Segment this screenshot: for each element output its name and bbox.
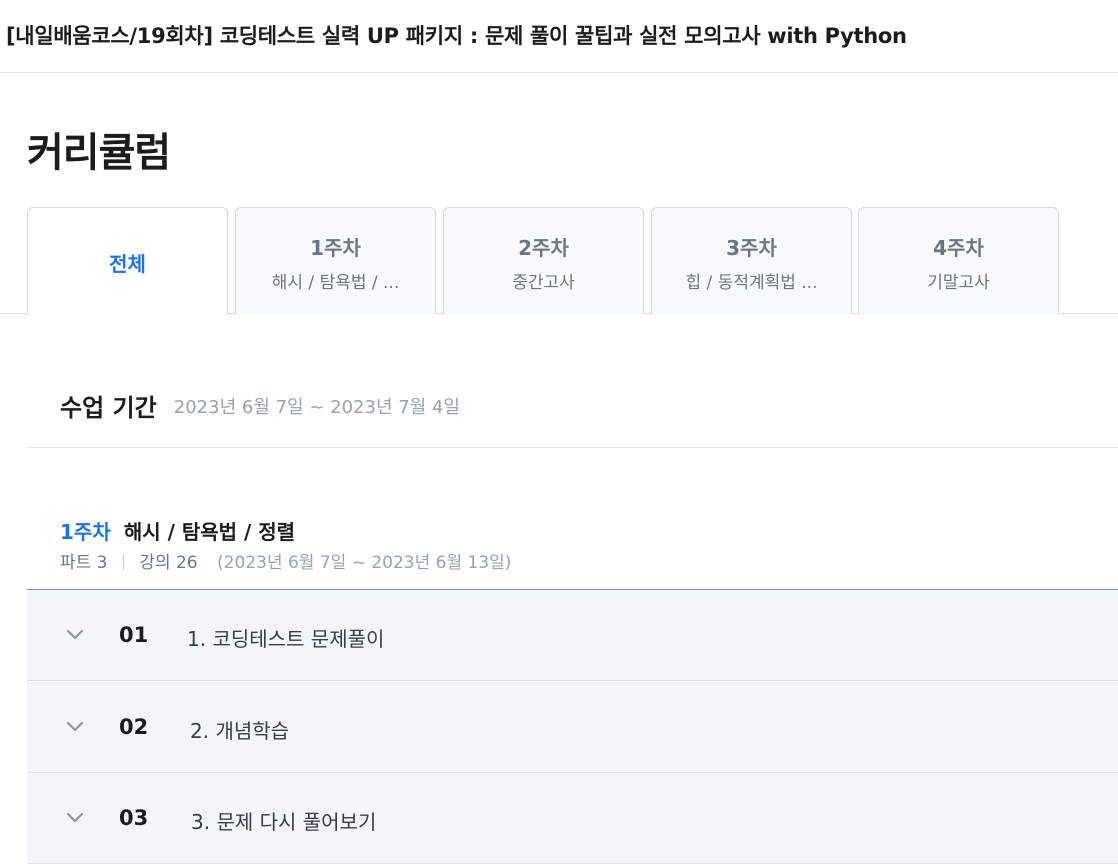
period-dates: 2023년 6월 7일 ~ 2023년 7월 4일 [173, 396, 460, 418]
tab-week-subtitle: 기말고사 [927, 273, 990, 293]
period-divider [27, 447, 1118, 448]
tab-week-label: 3주차 [726, 236, 777, 260]
lesson-row[interactable]: 01 1. 코딩테스트 문제풀이 [27, 590, 1118, 681]
chevron-down-icon[interactable] [65, 627, 85, 641]
chevron-down-icon[interactable] [65, 719, 85, 733]
lesson-row[interactable]: 02 2. 개념학습 [27, 682, 1118, 773]
tab-week-3[interactable]: 3주차 힙 / 동적계획법 ... [651, 207, 852, 314]
tab-week-subtitle: 중간고사 [512, 273, 575, 293]
week-dates: (2023년 6월 7일 ~ 2023년 6월 13일) [217, 553, 512, 573]
tab-week-label: 2주차 [518, 236, 569, 260]
tab-week-2[interactable]: 2주차 중간고사 [443, 207, 644, 314]
tab-week-4[interactable]: 4주차 기말고사 [858, 207, 1059, 314]
lesson-title: 2. 개념학습 [190, 719, 290, 743]
page-title: 커리큘럼 [27, 130, 171, 176]
lesson-number: 03 [119, 806, 149, 830]
lesson-title: 3. 문제 다시 풀어보기 [191, 810, 377, 834]
meta-separator [122, 554, 124, 570]
course-header: [내일배움코스/19회차] 코딩테스트 실력 UP 패키지 : 문제 풀이 꿀팁… [0, 0, 1118, 73]
week-header: 1주차 해시 / 탐욕법 / 정렬 [60, 516, 295, 545]
tab-week-label: 4주차 [933, 236, 984, 260]
tab-week-subtitle: 힙 / 동적계획법 ... [685, 273, 818, 293]
lesson-row[interactable]: 03 3. 문제 다시 풀어보기 [27, 773, 1118, 864]
tab-week-label: 1주차 [310, 236, 361, 260]
lesson-number: 02 [119, 715, 149, 739]
course-title: [내일배움코스/19회차] 코딩테스트 실력 UP 패키지 : 문제 풀이 꿀팁… [6, 24, 907, 48]
lesson-title: 1. 코딩테스트 문제풀이 [187, 627, 385, 651]
class-period: 수업 기간 2023년 6월 7일 ~ 2023년 7월 4일 [60, 388, 460, 423]
week-number: 1주차 [60, 520, 111, 544]
tab-week-1[interactable]: 1주차 해시 / 탐욕법 / ... [235, 207, 436, 314]
week-meta: 파트 3 강의 26 (2023년 6월 7일 ~ 2023년 6월 13일) [60, 548, 511, 573]
tab-label: 전체 [109, 252, 146, 276]
period-label: 수업 기간 [60, 394, 157, 422]
tab-all[interactable]: 전체 [27, 207, 228, 315]
lecture-count: 강의 26 [139, 553, 198, 573]
chevron-down-icon[interactable] [65, 810, 85, 824]
week-topic: 해시 / 탐욕법 / 정렬 [123, 520, 296, 544]
tab-week-subtitle: 해시 / 탐욕법 / ... [271, 273, 400, 293]
part-count: 파트 3 [60, 553, 108, 573]
lesson-number: 01 [119, 623, 149, 647]
